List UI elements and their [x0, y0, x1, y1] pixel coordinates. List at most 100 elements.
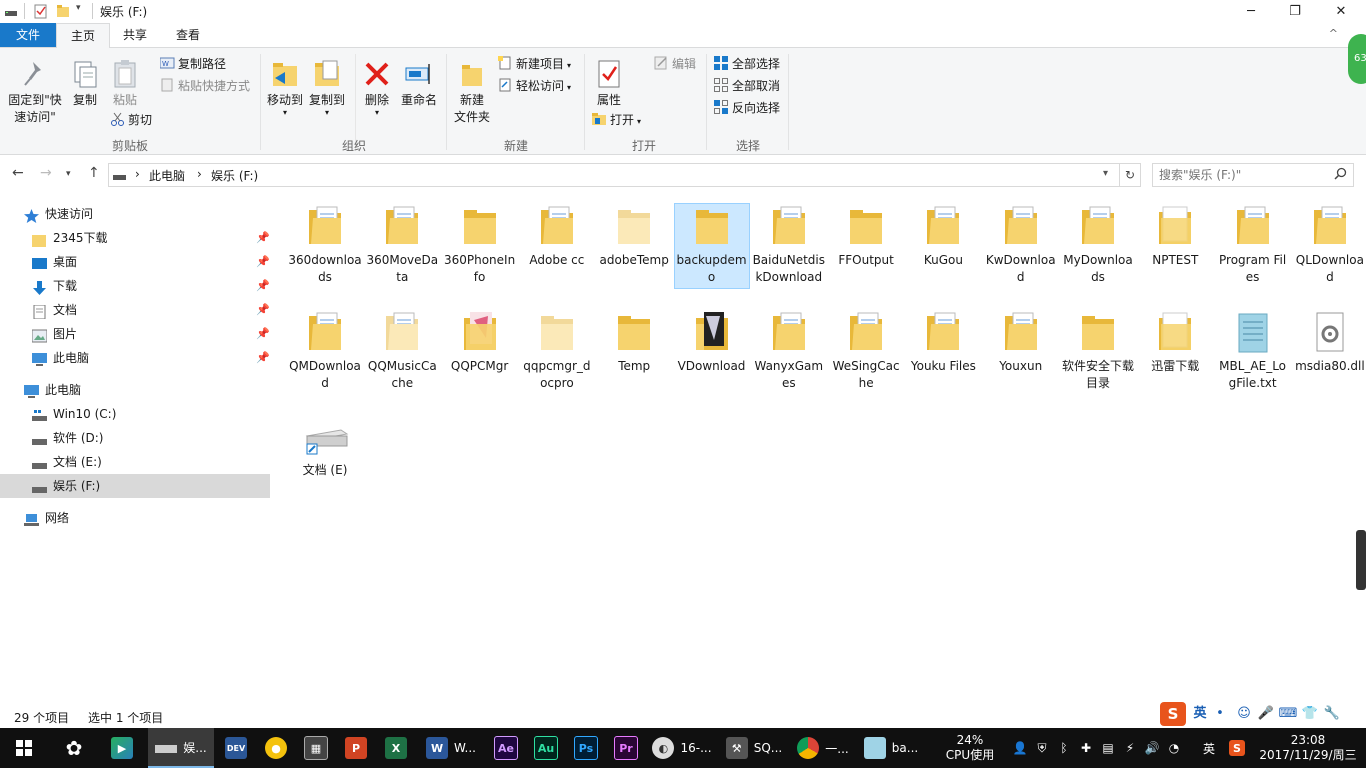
taskbar-app-photoshop[interactable]: Ps: [568, 728, 604, 768]
file-item-item[interactable]: 迅雷下载: [1138, 310, 1212, 375]
breadcrumb-separator[interactable]: ›: [197, 167, 202, 181]
properties-button[interactable]: 属性: [590, 58, 628, 109]
file-item-ffoutput[interactable]: FFOutput: [829, 204, 903, 269]
file-item-wanyxgames[interactable]: WanyxGames: [752, 310, 826, 392]
pin-icon[interactable]: 📌: [256, 274, 270, 298]
up-arrow-icon[interactable]: ↑: [88, 165, 100, 181]
nav-network[interactable]: 网络: [0, 506, 270, 530]
breadcrumb-this-pc[interactable]: 此电脑: [149, 167, 185, 184]
tab-home[interactable]: 主页: [56, 23, 110, 48]
pin-icon[interactable]: 📌: [256, 346, 270, 370]
sogou-logo-icon[interactable]: S: [1160, 702, 1186, 726]
taskbar-app-devcpp[interactable]: DEV: [218, 728, 254, 768]
tray-antivirus-icon[interactable]: ✚: [1076, 728, 1096, 768]
file-item-qldownload[interactable]: QLDownload: [1293, 204, 1366, 286]
address-dropdown-icon[interactable]: ▾: [1103, 168, 1108, 179]
nav-this-pc[interactable]: 此电脑: [0, 378, 270, 402]
taskbar-app-map[interactable]: ●: [258, 728, 294, 768]
taskbar-app-premiere[interactable]: Pr: [608, 728, 644, 768]
file-item-360phoneinfo[interactable]: 360PhoneInfo: [443, 204, 517, 286]
new-item-button[interactable]: 新建项目 ▾: [498, 54, 571, 74]
file-item-program-files[interactable]: Program Files: [1216, 204, 1290, 286]
file-item-e[interactable]: 文档 (E): [288, 414, 362, 479]
breadcrumb-separator[interactable]: ›: [135, 167, 140, 181]
taskbar-app-chrome[interactable]: 一...: [790, 728, 856, 768]
ime-emoji-icon[interactable]: ☺: [1234, 702, 1254, 726]
file-item-kugou[interactable]: KuGou: [906, 204, 980, 269]
tray-volume-icon[interactable]: 🔊: [1142, 728, 1162, 768]
tray-ime-language[interactable]: 英: [1198, 728, 1220, 768]
search-icon[interactable]: [1334, 167, 1347, 183]
nav-drive-c[interactable]: Win10 (C:): [0, 402, 270, 426]
maximize-button[interactable]: ❐: [1272, 0, 1318, 23]
side-widget-handle[interactable]: [1356, 530, 1366, 590]
taskbar-app-video[interactable]: ▦: [298, 728, 334, 768]
tray-bluetooth-icon[interactable]: ᛒ: [1054, 728, 1074, 768]
clock[interactable]: 23:08 2017/11/29/周三: [1254, 728, 1362, 768]
file-item-360movedata[interactable]: 360MoveData: [365, 204, 439, 286]
forward-arrow-icon[interactable]: →: [40, 165, 52, 181]
drive-icon[interactable]: [4, 3, 18, 19]
new-folder-button[interactable]: 新建 文件夹: [450, 58, 494, 126]
paste-button[interactable]: 粘贴: [108, 58, 142, 109]
nav-drive-e[interactable]: 文档 (E:): [0, 450, 270, 474]
nav-item-desktop[interactable]: 桌面 📌: [0, 250, 270, 274]
search-input[interactable]: [1159, 166, 1329, 184]
ime-keyboard-icon[interactable]: ⌨: [1278, 702, 1298, 726]
file-item-qqmusiccache[interactable]: QQMusicCache: [365, 310, 439, 392]
tab-view[interactable]: 查看: [162, 23, 214, 47]
taskbar-app-audition[interactable]: Au: [528, 728, 564, 768]
file-item-kwdownload[interactable]: KwDownload: [984, 204, 1058, 286]
back-arrow-icon[interactable]: ←: [12, 165, 24, 181]
ime-punctuation-toggle[interactable]: •: [1210, 702, 1230, 726]
file-item-mbl-ae-logfile-txt[interactable]: MBL_AE_LogFile.txt: [1216, 310, 1290, 392]
tray-sogou-icon[interactable]: S: [1226, 728, 1248, 768]
taskbar-app-excel[interactable]: X: [378, 728, 414, 768]
nav-drive-d[interactable]: 软件 (D:): [0, 426, 270, 450]
file-item-backupdemo[interactable]: backupdemo: [673, 203, 750, 289]
collapse-ribbon-icon[interactable]: ^: [1329, 27, 1338, 40]
taskbar-app-explorer[interactable]: 娱...: [148, 728, 214, 768]
taskbar-app-sql[interactable]: ⚒ SQ...: [720, 728, 788, 768]
file-item-temp[interactable]: Temp: [597, 310, 671, 375]
file-item-item[interactable]: 软件安全下载目录: [1061, 310, 1135, 392]
tray-wifi-icon[interactable]: ◔: [1164, 728, 1184, 768]
pin-icon[interactable]: 📌: [256, 322, 270, 346]
edit-button[interactable]: 编辑: [654, 54, 696, 74]
address-bar[interactable]: › 此电脑 › 娱乐 (F:) ▾: [108, 163, 1120, 187]
file-item-baidunetdiskdownload[interactable]: BaiduNetdiskDownload: [752, 204, 826, 286]
nav-quick-access[interactable]: 快速访问: [0, 202, 270, 226]
search-box[interactable]: [1152, 163, 1354, 187]
close-button[interactable]: ✕: [1318, 0, 1364, 23]
file-item-adobe-cc[interactable]: Adobe cc: [520, 204, 594, 269]
taskbar-app-word[interactable]: W W...: [418, 728, 484, 768]
ime-voice-icon[interactable]: 🎤: [1256, 702, 1276, 726]
easy-access-button[interactable]: 轻松访问 ▾: [498, 76, 571, 96]
paste-shortcut-button[interactable]: 粘贴快捷方式: [160, 76, 250, 96]
tab-file[interactable]: 文件: [0, 23, 56, 47]
pin-icon[interactable]: 📌: [256, 298, 270, 322]
copy-path-button[interactable]: W 复制路径: [159, 54, 226, 74]
pin-icon[interactable]: 📌: [256, 250, 270, 274]
pin-icon[interactable]: 📌: [256, 226, 270, 250]
recent-locations-icon[interactable]: ▾: [66, 169, 71, 179]
taskbar-app-after-effects[interactable]: Ae: [488, 728, 524, 768]
select-all-button[interactable]: 全部选择: [714, 54, 780, 74]
ime-language-toggle[interactable]: 英: [1190, 702, 1210, 726]
select-none-button[interactable]: 全部取消: [714, 76, 780, 96]
tray-power-icon[interactable]: ⚡: [1120, 728, 1140, 768]
taskbar-app-pinwheel[interactable]: ✿: [52, 728, 96, 768]
file-item-msdia80-dll[interactable]: msdia80.dll: [1293, 310, 1366, 375]
tab-share[interactable]: 共享: [108, 23, 162, 47]
move-to-button[interactable]: 移动到 ▾: [266, 58, 304, 117]
ime-settings-icon[interactable]: 🔧: [1322, 702, 1342, 726]
copy-button[interactable]: 复制: [68, 58, 102, 109]
cpu-usage-widget[interactable]: 24% CPU使用: [940, 728, 1000, 768]
file-item-nptest[interactable]: NPTEST: [1138, 204, 1212, 269]
taskbar-app-powerpoint[interactable]: P: [338, 728, 374, 768]
breadcrumb-current-drive[interactable]: 娱乐 (F:): [211, 167, 258, 184]
file-item-adobetemp[interactable]: adobeTemp: [597, 204, 671, 269]
file-item-qqpcmgr-docpro[interactable]: qqpcmgr_docpro: [520, 310, 594, 392]
nav-item-pictures[interactable]: 图片 📌: [0, 322, 270, 346]
taskbar-app-notepad[interactable]: ba...: [858, 728, 924, 768]
